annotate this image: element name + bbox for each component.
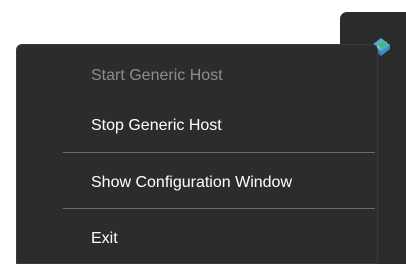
menu-item-start-generic-host[interactable]: Start Generic Host bbox=[17, 55, 377, 97]
menu-item-show-configuration-window[interactable]: Show Configuration Window bbox=[17, 162, 377, 204]
menu-item-stop-generic-host[interactable]: Stop Generic Host bbox=[17, 105, 377, 147]
tray-context-menu: Start Generic Host Stop Generic Host Sho… bbox=[16, 44, 378, 264]
menu-separator bbox=[63, 208, 375, 209]
menu-separator bbox=[63, 152, 375, 153]
menu-item-exit[interactable]: Exit bbox=[17, 218, 377, 260]
